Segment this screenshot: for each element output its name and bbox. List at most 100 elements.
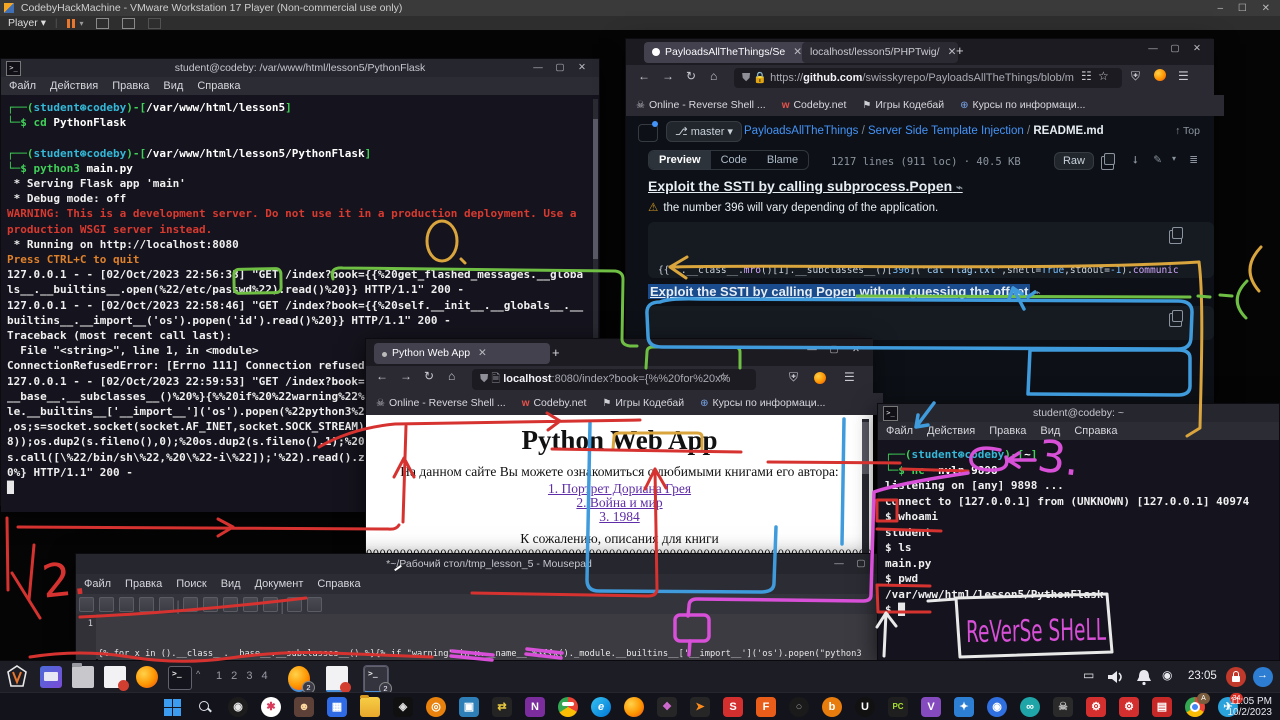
vmware-icon[interactable]: ▣ bbox=[459, 697, 479, 717]
edge-icon[interactable]: e bbox=[591, 697, 611, 717]
copy-icon[interactable] bbox=[1169, 230, 1182, 244]
arrow-circle-icon[interactable] bbox=[1253, 667, 1273, 687]
arrow-app-icon[interactable]: ➤ bbox=[690, 697, 710, 717]
firefox-account-icon[interactable] bbox=[1154, 69, 1166, 81]
menu-item-Правка[interactable]: Правка bbox=[989, 425, 1026, 437]
vmware-window-controls[interactable]: – ☐ ✕ bbox=[1218, 1, 1276, 17]
start-button[interactable] bbox=[162, 697, 182, 717]
edit-caret-icon[interactable]: ▾ bbox=[1172, 154, 1176, 163]
vm-clock[interactable]: 23:05 bbox=[1188, 670, 1217, 682]
code-block-forloop[interactable]: {% for x in ().__class__.__base__.__subc… bbox=[648, 306, 1214, 340]
bookmark-skull[interactable]: ☠Online - Reverse Shell ... bbox=[636, 99, 766, 111]
unreal-icon[interactable]: U bbox=[855, 697, 875, 717]
menu-item-Действия[interactable]: Действия bbox=[927, 425, 975, 437]
pocket-icon[interactable]: ⛨ bbox=[789, 370, 798, 385]
display-icon[interactable]: ▭ bbox=[1083, 668, 1094, 682]
arduino-icon[interactable]: ∞ bbox=[1020, 697, 1040, 717]
view-tab-preview[interactable]: Preview bbox=[649, 151, 711, 169]
link-icon[interactable]: ⌁ bbox=[956, 182, 963, 194]
bookmark-globe[interactable]: ⊕Курсы по информаци... bbox=[960, 99, 1085, 111]
menu-item-Вид[interactable]: Вид bbox=[163, 80, 183, 92]
copy-icon[interactable] bbox=[1101, 156, 1114, 170]
portrait-icon[interactable]: ☻ bbox=[294, 697, 314, 717]
search-icon[interactable] bbox=[195, 697, 215, 717]
bookmark-flag[interactable]: ⚑Игры Кодебай bbox=[602, 397, 684, 409]
color-wheel-icon[interactable]: ✱ bbox=[261, 697, 281, 717]
close-file-icon[interactable] bbox=[159, 597, 174, 612]
raw-button[interactable]: Raw bbox=[1054, 152, 1094, 170]
home-icon[interactable]: ⌂ bbox=[710, 69, 717, 83]
back-to-top-link[interactable]: ↑ Top bbox=[1175, 125, 1200, 137]
tab-close-icon[interactable]: ✕ bbox=[478, 347, 487, 359]
breadcrumb[interactable]: PayloadsAllTheThings / Server Side Templ… bbox=[744, 125, 1104, 137]
blender-icon[interactable]: b bbox=[822, 697, 842, 717]
mousepad-window-controls[interactable]: —▢ bbox=[828, 554, 872, 574]
view-tab-blame[interactable]: Blame bbox=[757, 151, 808, 169]
firefox-account-icon[interactable] bbox=[814, 372, 826, 384]
task-mousepad[interactable] bbox=[326, 666, 348, 692]
launcher-caret-icon[interactable]: ^ bbox=[196, 669, 200, 679]
menu-item-Вид[interactable]: Вид bbox=[1040, 425, 1060, 437]
breadcrumb-folder[interactable]: Server Side Template Injection bbox=[868, 125, 1024, 137]
new-tab-button[interactable]: + bbox=[956, 43, 964, 58]
chrome-icon[interactable] bbox=[558, 697, 578, 717]
save-as-icon[interactable] bbox=[139, 597, 154, 612]
tab-localhost-phptwig[interactable]: localhost/lesson5/PHPTwig/✕ bbox=[802, 42, 958, 63]
menu-item-Действия[interactable]: Действия bbox=[50, 80, 98, 92]
bookmark-w[interactable]: wCodeby.net bbox=[782, 99, 847, 111]
webapp-scrollbar[interactable] bbox=[862, 419, 869, 557]
search-icon[interactable] bbox=[287, 597, 302, 612]
reload-icon[interactable]: ↻ bbox=[686, 69, 696, 83]
calendar-icon[interactable]: ▦ bbox=[327, 697, 347, 717]
forward-icon[interactable]: → bbox=[400, 369, 412, 383]
webapp-window-controls[interactable]: —▢✕ bbox=[801, 344, 867, 355]
undo-icon[interactable] bbox=[183, 597, 198, 612]
pycharm-icon[interactable]: PC bbox=[888, 697, 908, 717]
onenote-icon[interactable]: N bbox=[525, 697, 545, 717]
player-menu[interactable]: Player ▾ bbox=[8, 17, 46, 29]
f-app-icon[interactable]: F bbox=[756, 697, 776, 717]
s-app-icon[interactable]: S bbox=[723, 697, 743, 717]
terminal1-titlebar[interactable]: >_ student@codeby: /var/www/html/lesson5… bbox=[1, 59, 599, 77]
ctrl-alt-del-icon[interactable] bbox=[96, 18, 109, 29]
cut-icon[interactable] bbox=[223, 597, 238, 612]
firefox-launcher-icon[interactable] bbox=[136, 666, 158, 688]
menu-item-Справка[interactable]: Справка bbox=[317, 578, 360, 590]
menu-item-Поиск[interactable]: Поиск bbox=[176, 578, 206, 590]
codeby-logo-icon[interactable] bbox=[4, 664, 30, 690]
gem-icon[interactable]: ◈ bbox=[393, 697, 413, 717]
bell-icon[interactable] bbox=[1135, 668, 1153, 686]
hamburger-menu-icon[interactable]: ☰ bbox=[1178, 69, 1189, 83]
menu-item-Документ[interactable]: Документ bbox=[255, 578, 304, 590]
copy-icon[interactable] bbox=[1169, 313, 1182, 327]
copy-icon[interactable] bbox=[243, 597, 258, 612]
bookmark-skull[interactable]: ☠Online - Reverse Shell ... bbox=[376, 397, 506, 409]
menu-item-Файл[interactable]: Файл bbox=[84, 578, 111, 590]
link-icon[interactable]: ⌁ bbox=[1034, 287, 1041, 299]
terminal2-titlebar[interactable]: >_ student@codeby: ~ bbox=[878, 404, 1279, 422]
app-menu-icon[interactable] bbox=[40, 666, 62, 688]
mousepad-launcher-icon[interactable] bbox=[104, 666, 126, 688]
replace-icon[interactable] bbox=[307, 597, 322, 612]
paste-icon[interactable] bbox=[263, 597, 278, 612]
pause-caret[interactable]: ▾ bbox=[79, 19, 83, 28]
breadcrumb-repo[interactable]: PayloadsAllTheThings bbox=[744, 125, 858, 137]
bookmark-star-icon[interactable]: ☆ bbox=[1098, 69, 1109, 83]
shield-icon[interactable]: ⛊ bbox=[480, 373, 491, 385]
reader-view-icon[interactable]: ☷ bbox=[1081, 69, 1092, 83]
photos-icon[interactable]: ❖ bbox=[657, 697, 677, 717]
status-circle-icon[interactable]: ◉ bbox=[1162, 668, 1172, 682]
volume-icon[interactable] bbox=[1106, 668, 1124, 686]
file-manager-icon[interactable] bbox=[72, 666, 94, 688]
open-file-icon[interactable] bbox=[99, 597, 114, 612]
download-icon[interactable]: ⭣ bbox=[1133, 154, 1138, 167]
bookmark-globe[interactable]: ⊕Курсы по информаци... bbox=[700, 397, 825, 409]
bookmark-w[interactable]: wCodeby.net bbox=[522, 397, 587, 409]
menu-item-Справка[interactable]: Справка bbox=[197, 80, 240, 92]
gear-red-icon-1[interactable]: ⚙ bbox=[1086, 697, 1106, 717]
fullscreen-icon[interactable] bbox=[122, 18, 135, 29]
back-icon[interactable]: ← bbox=[376, 369, 388, 383]
menu-item-Правка[interactable]: Правка bbox=[112, 80, 149, 92]
menu-item-Вид[interactable]: Вид bbox=[221, 578, 241, 590]
share-arrows-icon[interactable]: ⇄ bbox=[492, 697, 512, 717]
